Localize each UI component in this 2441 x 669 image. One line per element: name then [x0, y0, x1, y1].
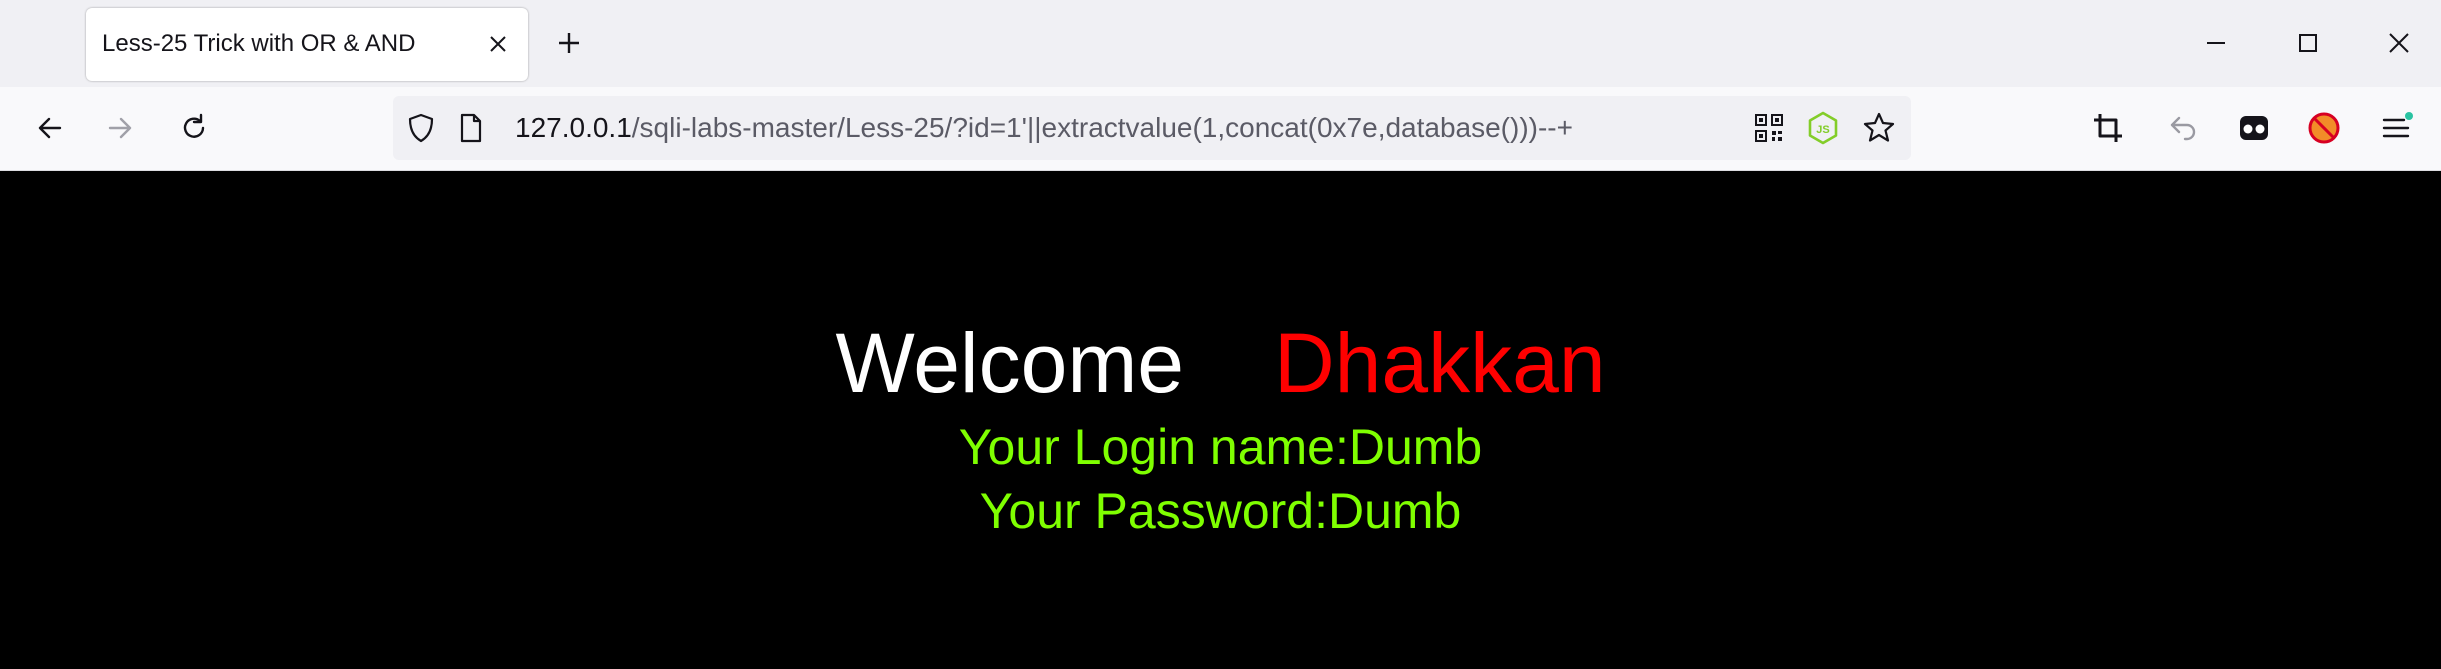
extension-icon[interactable] [2236, 110, 2272, 146]
new-tab-icon[interactable] [553, 27, 585, 59]
page-content: Welcome Dhakkan Your Login name:Dumb Your… [0, 171, 2441, 669]
password-line: Your Password:Dumb [979, 483, 1462, 539]
welcome-heading: Welcome Dhakkan [0, 313, 2441, 413]
undo-icon[interactable] [2165, 110, 2201, 146]
user-name-text: Dhakkan [1274, 316, 1606, 410]
forward-icon[interactable] [102, 110, 138, 146]
close-window-icon[interactable] [2383, 27, 2415, 59]
tab-strip: Less-25 Trick with OR & AND [0, 0, 2441, 87]
minimize-icon[interactable] [2200, 27, 2232, 59]
close-tab-icon[interactable] [482, 28, 514, 60]
url-path: /sqli-labs-master/Less-25/?id=1'||extrac… [631, 112, 1573, 143]
menu-icon[interactable] [2378, 110, 2414, 146]
svg-text:JS: JS [1816, 124, 1829, 136]
qr-code-icon[interactable] [1751, 110, 1787, 146]
maximize-icon[interactable] [2292, 27, 2324, 59]
url-text[interactable]: 127.0.0.1/sqli-labs-master/Less-25/?id=1… [515, 112, 1573, 144]
nav-toolbar: 127.0.0.1/sqli-labs-master/Less-25/?id=1… [0, 87, 2441, 171]
url-host: 127.0.0.1 [515, 112, 632, 143]
blocked-icon[interactable] [2306, 110, 2342, 146]
welcome-text: Welcome [835, 316, 1185, 410]
tab-title: Less-25 Trick with OR & AND [102, 30, 416, 57]
tab-active[interactable]: Less-25 Trick with OR & AND [86, 8, 528, 81]
back-icon[interactable] [32, 110, 68, 146]
star-icon[interactable] [1861, 110, 1897, 146]
shield-icon[interactable] [403, 110, 439, 146]
crop-icon[interactable] [2090, 110, 2126, 146]
login-name-line: Your Login name:Dumb [958, 419, 1483, 475]
reload-icon[interactable] [176, 110, 212, 146]
nodejs-icon[interactable]: JS [1805, 110, 1841, 146]
browser-window: Less-25 Trick with OR & AND 127.0.0.1/sq… [0, 0, 2441, 669]
page-icon[interactable] [453, 110, 489, 146]
address-bar[interactable]: 127.0.0.1/sqli-labs-master/Less-25/?id=1… [393, 96, 1911, 160]
